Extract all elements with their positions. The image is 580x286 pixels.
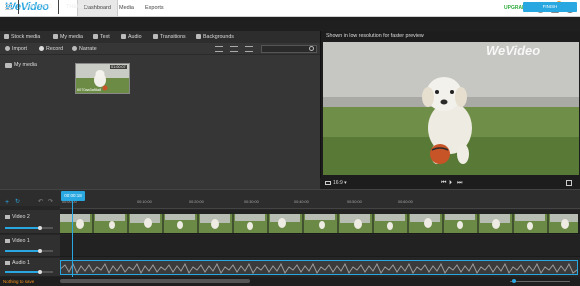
audio-track-icon [5, 260, 10, 265]
video-1-lane[interactable] [60, 235, 580, 257]
video-clip[interactable] [60, 214, 578, 233]
playhead-line[interactable] [72, 201, 73, 277]
ruler-tick: 00:60:00 [398, 200, 413, 204]
text-icon [93, 34, 98, 40]
puppy-video-frame [323, 42, 579, 175]
hamburger-menu-icon[interactable] [5, 4, 13, 10]
import-button[interactable]: Import [5, 45, 27, 54]
track-header-video-2: Video 2 [0, 210, 60, 234]
add-track-icon[interactable]: + [5, 199, 9, 206]
transitions-icon [153, 34, 158, 40]
undo-icon[interactable]: ↶ [38, 198, 43, 205]
record-button[interactable]: Record [39, 45, 63, 54]
media-tab-text[interactable]: Text [93, 33, 110, 42]
play-icon[interactable]: ⏵ [449, 180, 452, 187]
media-tab-transitions[interactable]: Transitions [153, 33, 186, 42]
narrate-button[interactable]: Narrate [72, 45, 97, 54]
thumbnail-duration: 01:00:07 [110, 65, 127, 69]
thumbnail-filename: 6070aa3af8a8 [77, 88, 102, 92]
tab-exports[interactable]: Exports [139, 0, 170, 16]
timeline-scrollbar[interactable] [60, 279, 250, 283]
preview-video[interactable] [323, 42, 579, 175]
star-icon [4, 34, 9, 40]
tab-my-video[interactable]: MY VIDEO [18, 0, 59, 14]
magnet-icon[interactable]: ↻ [15, 198, 20, 205]
backgrounds-icon [196, 34, 201, 40]
search-icon[interactable] [309, 46, 314, 51]
ruler-tick: 00:50:00 [347, 200, 362, 204]
tab-themes[interactable]: THEMES [60, 0, 95, 14]
preview-resolution-notice: Shown in low resolution for faster previ… [326, 33, 424, 39]
video-track-icon [5, 238, 10, 243]
aspect-ratio-select[interactable]: 16:9 ▾ [333, 180, 347, 186]
list-view-icon[interactable] [215, 46, 223, 52]
finish-button[interactable]: FINISH [523, 2, 577, 12]
monitor-icon[interactable] [325, 181, 331, 185]
video-track-icon [5, 214, 10, 219]
media-tab-backgrounds[interactable]: Backgrounds [196, 33, 234, 42]
tab-media[interactable]: Media [113, 0, 140, 16]
ruler-tick: 00:30:00 [244, 200, 259, 204]
music-icon [121, 34, 126, 40]
waveform [61, 262, 577, 274]
folder-icon [53, 34, 58, 40]
sort-icon[interactable] [245, 46, 253, 52]
ruler-tick: 00:40:00 [294, 200, 309, 204]
redo-icon[interactable]: ↷ [48, 198, 53, 205]
volume-knob[interactable] [38, 226, 42, 230]
playhead-time[interactable]: 00:00:18 [61, 191, 85, 201]
media-tab-stock[interactable]: Stock media [4, 33, 40, 42]
volume-slider[interactable] [5, 250, 53, 252]
volume-slider[interactable] [5, 271, 53, 273]
record-icon [39, 46, 44, 52]
microphone-icon [72, 46, 77, 52]
ruler-tick: 00:20:00 [189, 200, 204, 204]
upload-icon [5, 46, 10, 52]
project-bar [0, 17, 580, 31]
my-media-folder[interactable]: My media [14, 62, 37, 68]
watermark: WeVideo [486, 43, 541, 58]
skip-forward-icon[interactable]: ⏭ [457, 180, 462, 187]
track-header-video-1: Video 1 [0, 235, 60, 257]
ruler-tick: 00:10:00 [137, 200, 152, 204]
media-tab-audio[interactable]: Audio [121, 33, 142, 42]
audio-clip-waveform[interactable] [60, 260, 578, 275]
filter-icon[interactable] [230, 46, 238, 52]
volume-knob[interactable] [38, 270, 42, 274]
track-header-audio-1: Audio 1 [0, 258, 60, 277]
zoom-slider[interactable] [510, 281, 570, 282]
zoom-knob[interactable] [512, 279, 516, 283]
clip-filmstrip [60, 214, 578, 233]
fullscreen-icon[interactable] [566, 180, 572, 186]
skip-back-icon[interactable]: ⏮ [441, 180, 446, 187]
volume-slider[interactable] [5, 227, 53, 229]
folder-icon [5, 63, 12, 68]
volume-knob[interactable] [38, 249, 42, 253]
media-tab-my-media[interactable]: My media [53, 33, 83, 42]
save-status: Nothing to save [3, 279, 35, 284]
